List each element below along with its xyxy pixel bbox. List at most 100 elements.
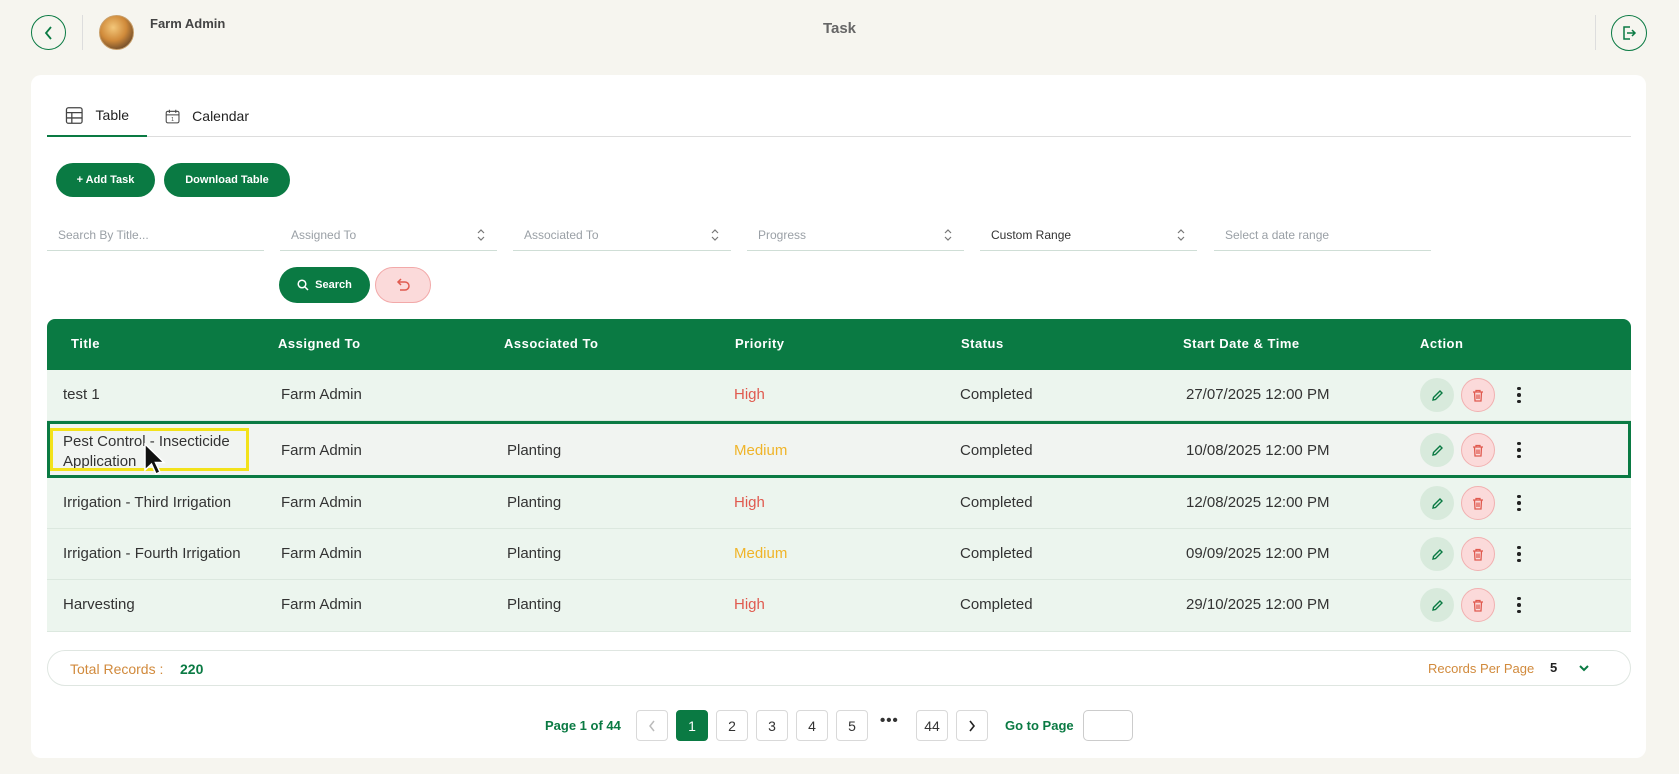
delete-button[interactable] [1461,433,1495,467]
column-header[interactable]: Assigned To [278,336,361,351]
tab-table[interactable]: Table [47,95,147,137]
chevron-updown-icon [711,229,719,241]
edit-button[interactable] [1420,588,1454,622]
cell-title[interactable]: Harvesting [63,596,135,613]
more-options-button[interactable] [1512,542,1526,566]
prev-page-button[interactable] [636,710,668,741]
delete-button[interactable] [1461,486,1495,520]
table-icon [65,106,83,124]
tab-table-label: Table [95,107,129,123]
search-field [47,220,264,251]
delete-button[interactable] [1461,378,1495,412]
cell-start-date: 10/08/2025 12:00 PM [1186,442,1330,459]
search-icon [297,279,309,291]
more-options-button[interactable] [1512,593,1526,617]
cell-start-date: 09/09/2025 12:00 PM [1186,545,1330,562]
total-records-label: Total Records : [70,661,164,677]
column-header[interactable]: Associated To [504,336,598,351]
delete-button[interactable] [1461,588,1495,622]
page-button[interactable]: 3 [756,710,788,741]
download-table-button[interactable]: Download Table [164,163,290,197]
table-row[interactable]: Harvesting Farm Admin Planting High Comp… [47,580,1631,632]
page-button[interactable]: 1 [676,710,708,741]
cell-status: Completed [960,386,1033,403]
edit-button[interactable] [1420,537,1454,571]
column-header[interactable]: Priority [735,336,785,351]
date-mode-select[interactable]: Custom Range [980,220,1197,251]
cell-assigned-to: Farm Admin [281,545,362,562]
page-button[interactable]: 2 [716,710,748,741]
page-title: Task [822,20,857,37]
column-header[interactable]: Status [961,336,1004,351]
table-row[interactable]: Irrigation - Fourth Irrigation Farm Admi… [47,529,1631,580]
pagination-ellipsis[interactable]: ••• [880,712,899,729]
cell-status: Completed [960,494,1033,511]
cell-associated-to: Planting [507,494,562,511]
assigned-to-select[interactable]: Assigned To [280,220,497,251]
cell-status: Completed [960,596,1033,613]
pencil-icon [1431,444,1443,456]
cell-start-date: 27/07/2025 12:00 PM [1186,386,1330,403]
go-to-page-input[interactable] [1083,710,1133,741]
go-to-page-label: Go to Page [1005,718,1074,733]
calendar-icon: 1 [165,109,180,123]
cell-associated-to: Planting [507,596,562,613]
date-range-placeholder: Select a date range [1225,228,1330,242]
reset-button[interactable] [375,267,431,303]
chevron-down-icon[interactable] [1578,663,1590,673]
associated-to-placeholder: Associated To [524,228,599,242]
edit-button[interactable] [1420,378,1454,412]
table-row[interactable]: Irrigation - Third Irrigation Farm Admin… [47,478,1631,529]
cell-associated-to: Planting [507,545,562,562]
column-header[interactable]: Title [71,336,100,351]
tab-calendar[interactable]: 1 Calendar [147,95,267,137]
trash-icon [1473,548,1483,561]
cell-start-date: 29/10/2025 12:00 PM [1186,596,1330,613]
date-range-input[interactable]: Select a date range [1214,220,1431,251]
logout-icon [1623,26,1637,40]
cell-assigned-to: Farm Admin [281,386,362,403]
trash-icon [1473,444,1483,457]
tab-calendar-label: Calendar [192,108,249,124]
more-options-button[interactable] [1512,491,1526,515]
page-button[interactable]: 44 [916,710,948,741]
logout-button[interactable] [1611,15,1647,51]
trash-icon [1473,389,1483,402]
add-task-button[interactable]: + Add Task [56,163,155,197]
cell-priority: High [734,494,765,511]
cell-title[interactable]: Irrigation - Third Irrigation [63,494,231,511]
cell-title[interactable]: test 1 [63,386,100,403]
next-page-button[interactable] [956,710,988,741]
chevron-left-icon [649,720,655,731]
cell-priority: High [734,596,765,613]
progress-select[interactable]: Progress [747,220,964,251]
page-button[interactable]: 4 [796,710,828,741]
svg-text:1: 1 [171,116,174,122]
pencil-icon [1431,497,1443,509]
cell-assigned-to: Farm Admin [281,442,362,459]
delete-button[interactable] [1461,537,1495,571]
search-button[interactable]: Search [279,267,370,303]
column-header: Action [1420,336,1464,351]
cell-status: Completed [960,442,1033,459]
page-button[interactable]: 5 [836,710,868,741]
associated-to-select[interactable]: Associated To [513,220,731,251]
more-options-button[interactable] [1512,438,1526,462]
cell-associated-to: Planting [507,442,562,459]
search-input[interactable] [58,228,264,242]
trash-icon [1473,599,1483,612]
more-options-button[interactable] [1512,383,1526,407]
cell-title[interactable]: Irrigation - Fourth Irrigation [63,545,241,562]
chevron-updown-icon [1177,229,1185,241]
table-row[interactable]: Pest Control - Insecticide Application F… [47,421,1631,478]
cell-priority: Medium [734,442,788,459]
divider [1595,15,1596,50]
cell-priority: High [734,386,765,403]
edit-button[interactable] [1420,433,1454,467]
table-row[interactable]: test 1 Farm Admin High Completed 27/07/2… [47,370,1631,421]
column-header[interactable]: Start Date & Time [1183,336,1300,351]
records-per-page-value[interactable]: 5 [1550,660,1557,675]
chevron-updown-icon [477,229,485,241]
edit-button[interactable] [1420,486,1454,520]
search-button-label: Search [315,279,352,291]
